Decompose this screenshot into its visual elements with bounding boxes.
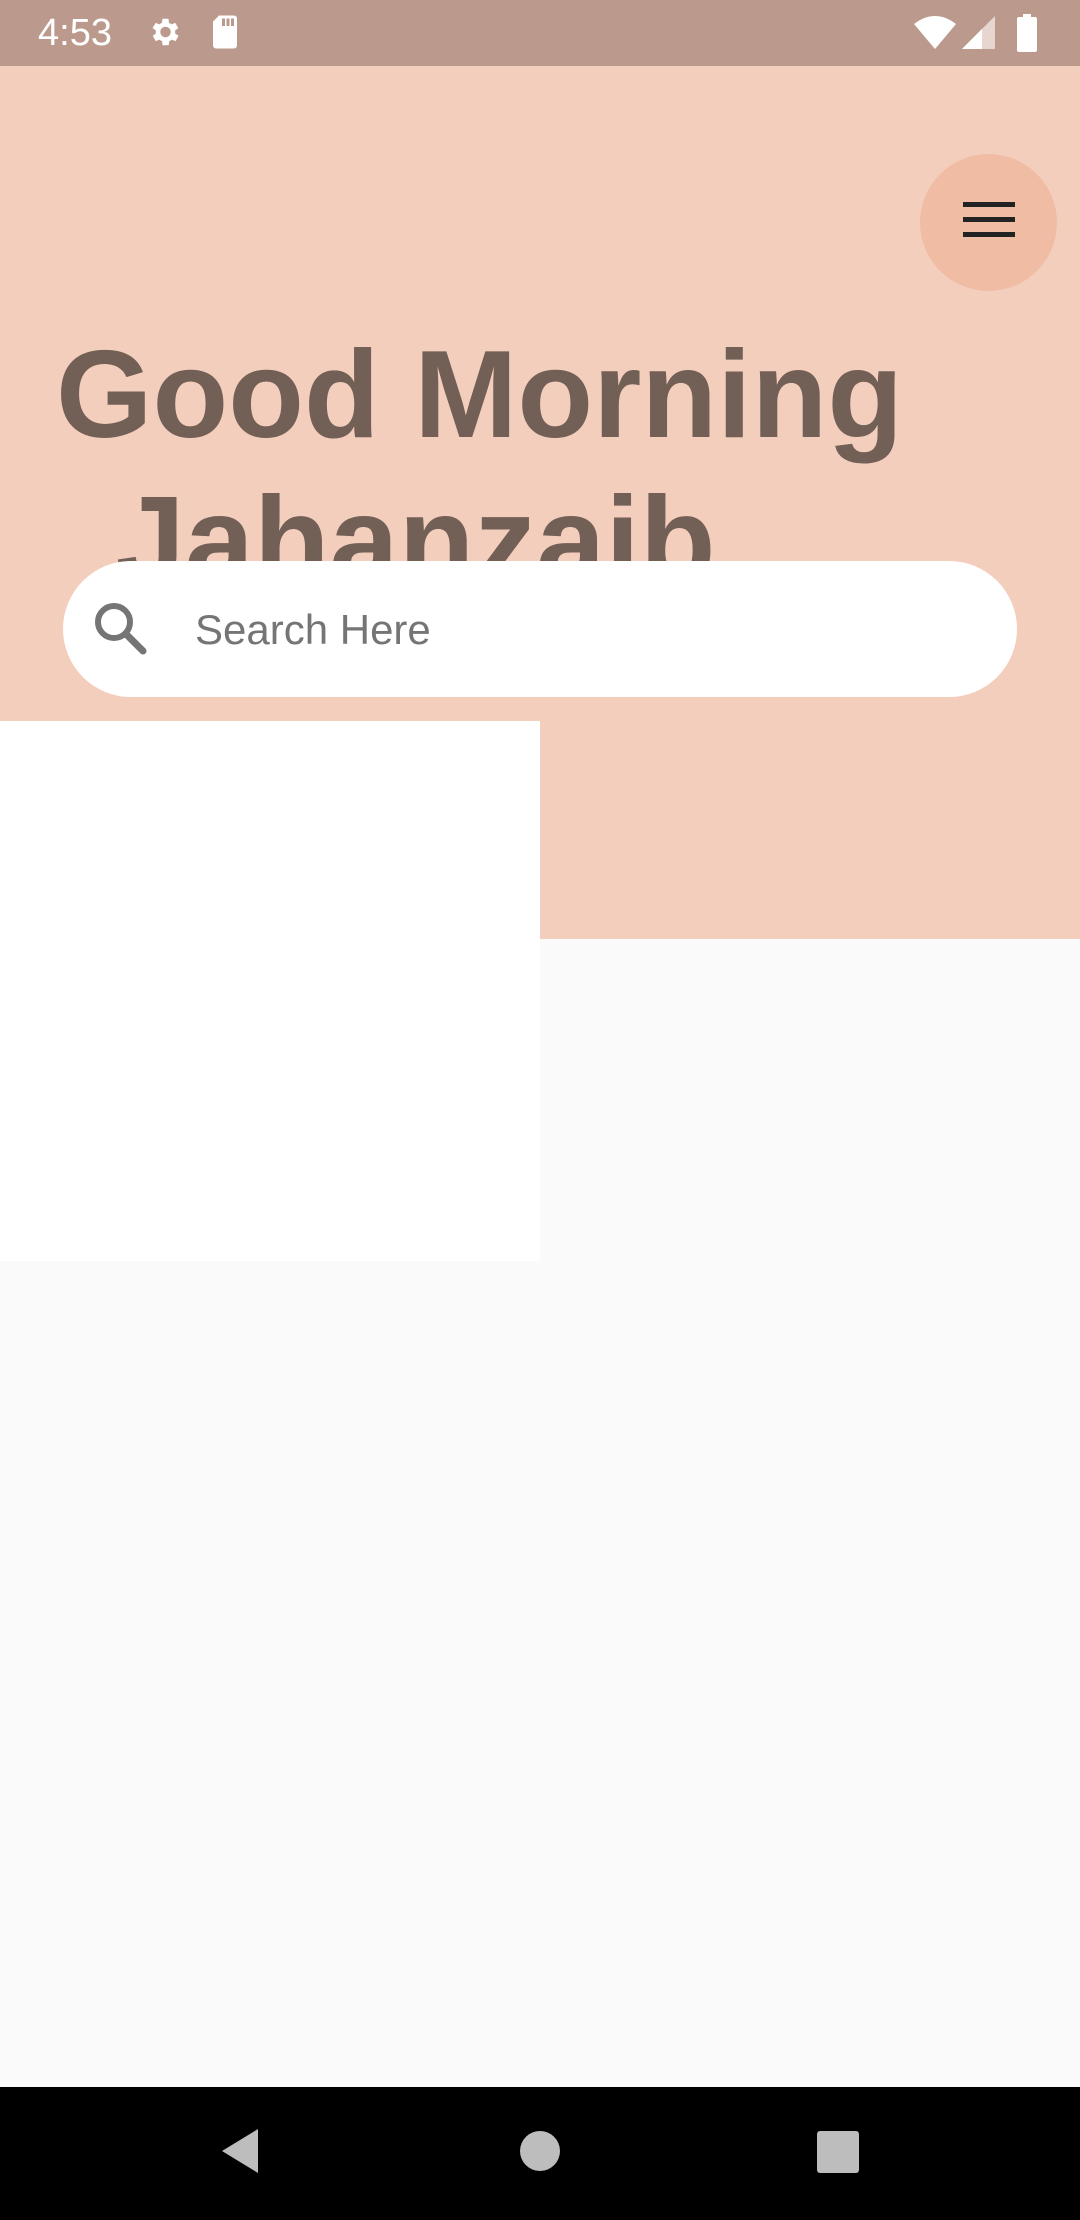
home-icon[interactable] [518,2129,562,2178]
menu-button[interactable] [920,154,1057,291]
greeting-line: Good Morning [56,326,904,464]
search-input[interactable] [193,591,977,669]
search-bar[interactable] [63,561,1017,697]
sd-card-icon [210,14,240,55]
settings-icon [146,14,182,55]
content-card [0,721,540,1261]
status-bar: 4:53 [0,0,1080,66]
search-icon [91,599,151,664]
back-icon[interactable] [216,2121,264,2186]
status-time: 4:53 [38,12,112,54]
hamburger-menu-icon [962,200,1015,245]
navigation-bar [0,2087,1080,2220]
wifi-icon [914,16,956,55]
signal-icon [962,16,998,55]
recents-icon[interactable] [817,2131,859,2178]
battery-icon [1016,14,1038,57]
app-screen: 4:53 Good Morning Jahanzaib Search Here [0,0,1080,2220]
